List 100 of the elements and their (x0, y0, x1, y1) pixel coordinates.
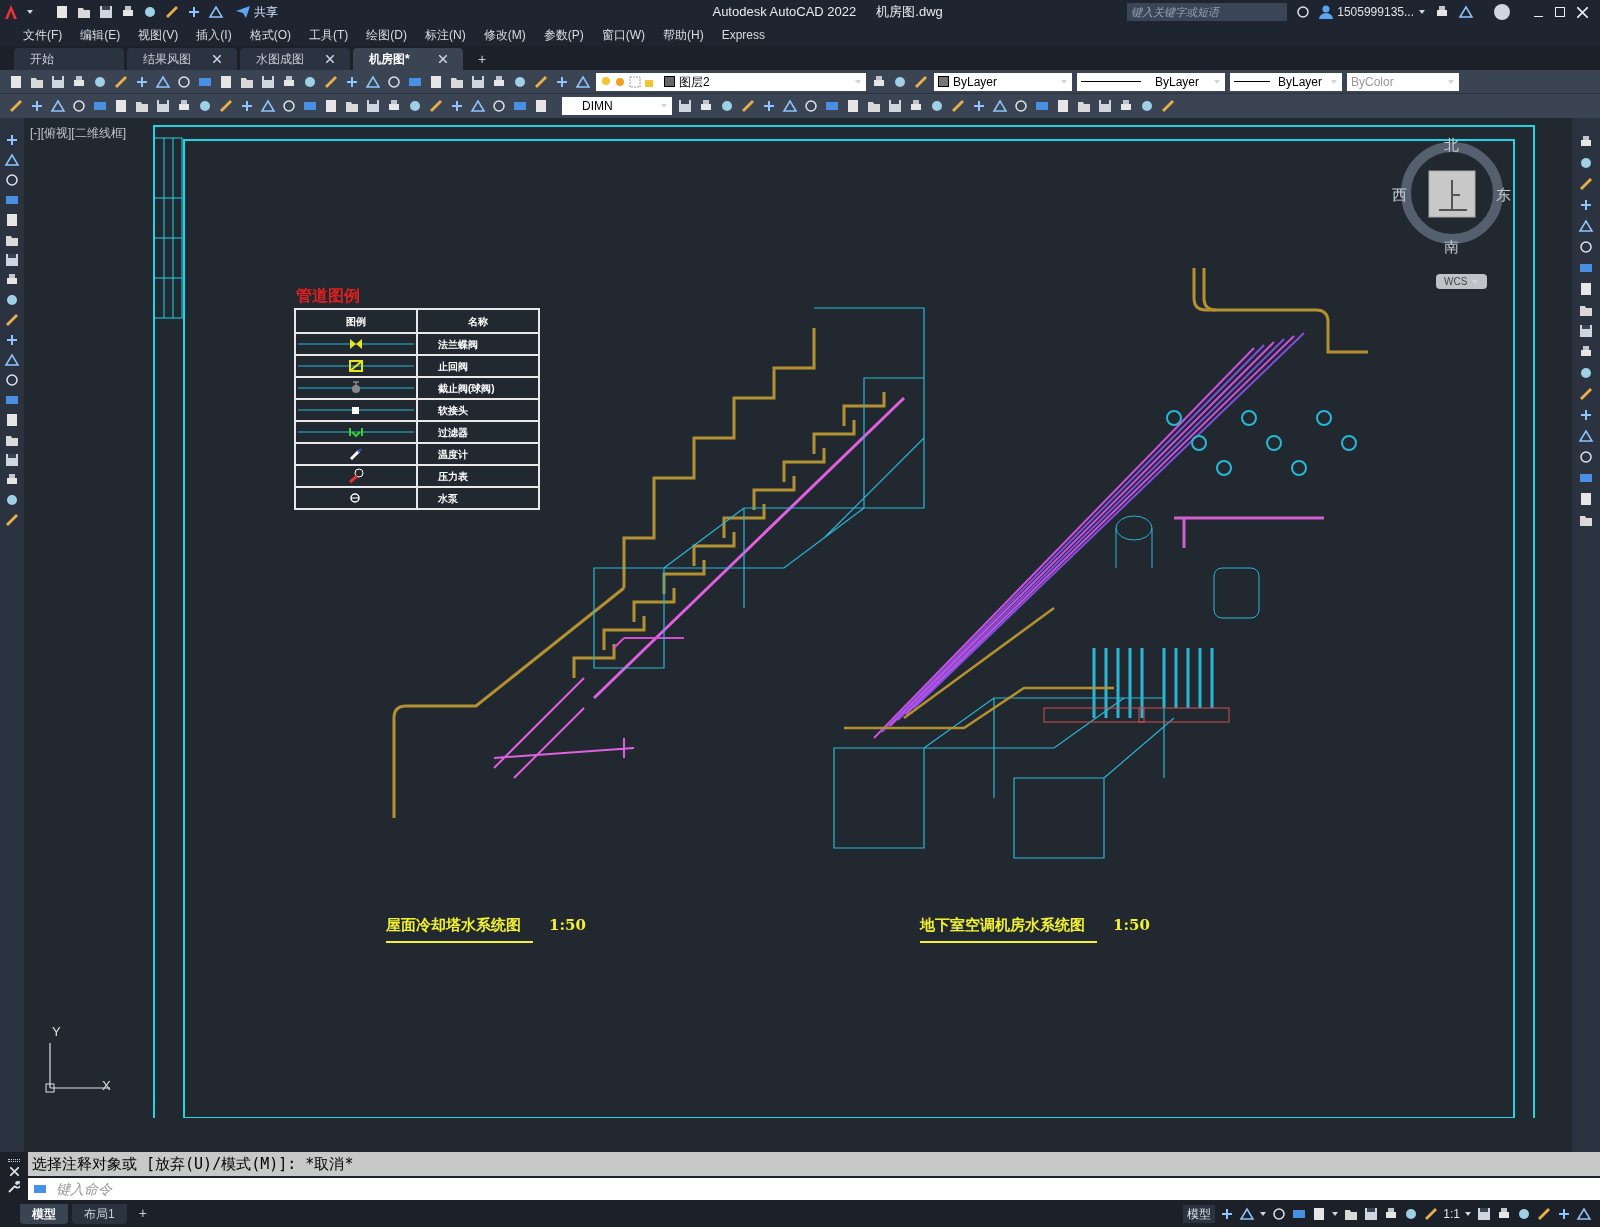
tool-icon[interactable] (449, 98, 465, 114)
minimize-icon[interactable] (1534, 15, 1543, 17)
menu-item[interactable]: 编辑(E) (71, 26, 130, 44)
tool-icon[interactable] (386, 73, 402, 90)
tool-icon[interactable] (4, 492, 20, 508)
triangle-icon[interactable] (1458, 4, 1474, 20)
status-toggle-icon[interactable] (1363, 1205, 1380, 1222)
close-tab-icon[interactable] (326, 55, 334, 63)
tool-icon[interactable] (218, 73, 234, 90)
tool-icon[interactable] (197, 98, 213, 114)
menu-item[interactable]: 插入(I) (187, 26, 241, 44)
tool-icon[interactable] (4, 412, 20, 428)
tool-icon[interactable] (803, 98, 819, 114)
wrench-icon[interactable] (8, 1181, 20, 1194)
send-icon[interactable] (236, 6, 250, 18)
tool-icon[interactable] (575, 73, 591, 90)
tool-icon[interactable] (239, 98, 255, 114)
menu-item[interactable]: 视图(V) (129, 26, 188, 44)
viewport-label[interactable]: [-][俯视][二维线框] (30, 124, 126, 142)
tool-icon[interactable] (677, 98, 693, 114)
tool-icon[interactable] (971, 98, 987, 114)
menu-item[interactable]: 绘图(D) (357, 26, 416, 44)
tool-icon[interactable] (1578, 239, 1594, 255)
tool-icon[interactable] (533, 98, 549, 114)
tool-icon[interactable] (29, 98, 45, 114)
new-layout-button[interactable]: + (130, 1203, 155, 1224)
caret-icon[interactable] (1331, 1209, 1340, 1218)
tool-icon[interactable] (323, 98, 339, 114)
tool-icon[interactable] (1578, 176, 1594, 192)
status-toggle-icon[interactable] (1239, 1205, 1256, 1222)
status-toggle-icon[interactable] (1536, 1205, 1552, 1222)
tool-icon[interactable] (50, 98, 66, 114)
tool-icon[interactable] (4, 452, 20, 468)
tool-icon[interactable] (491, 98, 507, 114)
tool-icon[interactable] (281, 98, 297, 114)
tool-icon[interactable] (1578, 386, 1594, 402)
close-icon[interactable] (9, 1167, 19, 1176)
layout-tab[interactable]: 布局1 (72, 1203, 127, 1224)
tool-icon[interactable] (1578, 491, 1594, 507)
linetype-dropdown[interactable]: ByLayer (1077, 72, 1225, 91)
maximize-icon[interactable] (1555, 7, 1565, 17)
tool-icon[interactable] (4, 352, 20, 368)
search-icon[interactable] (1295, 4, 1312, 20)
menu-item[interactable]: 修改(M) (474, 26, 535, 44)
tool-icon[interactable] (845, 98, 861, 114)
tool-icon[interactable] (1055, 98, 1071, 114)
tool-icon[interactable] (470, 98, 486, 114)
tool-icon[interactable] (365, 73, 381, 90)
tool-icon[interactable] (1139, 98, 1155, 114)
close-tab-icon[interactable] (213, 55, 221, 63)
tool-icon[interactable] (71, 98, 87, 114)
menu-item[interactable]: 参数(P) (534, 26, 593, 44)
tool-icon[interactable] (8, 73, 24, 90)
annotation-scale[interactable]: 1:1 (1443, 1204, 1460, 1223)
compass-west-label[interactable]: 西 (1392, 184, 1407, 207)
close-tab-icon[interactable] (439, 55, 447, 63)
menu-item[interactable]: Express (712, 26, 774, 44)
help-icon[interactable] (1494, 4, 1510, 20)
tool-icon[interactable] (887, 98, 903, 114)
menu-item[interactable]: 格式(O) (240, 26, 300, 44)
menu-item[interactable]: 窗口(W) (592, 26, 654, 44)
tool-icon[interactable] (929, 98, 945, 114)
tool-icon[interactable] (1578, 155, 1594, 171)
tool-icon[interactable] (176, 73, 192, 90)
menu-item[interactable]: 标注(N) (416, 26, 475, 44)
search-field[interactable]: 键入关键字或短语 (1127, 3, 1288, 21)
tool-icon[interactable] (113, 98, 129, 114)
tool-icon[interactable] (4, 152, 20, 168)
tool-icon[interactable] (1578, 365, 1594, 381)
tool-icon[interactable] (4, 332, 20, 348)
caret-icon[interactable] (1464, 1209, 1472, 1218)
tool-icon[interactable] (470, 73, 486, 90)
tool-icon[interactable] (1097, 98, 1113, 114)
tool-icon[interactable] (1578, 281, 1594, 297)
tool-icon[interactable] (4, 512, 20, 528)
tool-icon[interactable] (1578, 407, 1594, 423)
tool-icon[interactable] (407, 98, 423, 114)
user-name[interactable]: 1505999135... (1337, 3, 1414, 21)
tool-icon[interactable] (782, 98, 798, 114)
tool-icon[interactable] (992, 98, 1008, 114)
compass-south-label[interactable]: 南 (1444, 236, 1459, 259)
new-tab-button[interactable]: + (466, 48, 499, 70)
file-tab[interactable]: 开始 (14, 48, 124, 70)
tool-icon[interactable] (98, 4, 114, 20)
share-button[interactable]: 共享 (236, 3, 278, 21)
file-tab[interactable]: 机房图* (353, 48, 463, 70)
status-toggle-icon[interactable] (1476, 1205, 1492, 1222)
tool-icon[interactable] (155, 73, 171, 90)
status-toggle-icon[interactable] (1423, 1205, 1440, 1222)
compass-north-label[interactable]: 北 (1444, 134, 1459, 157)
tool-icon[interactable] (4, 132, 20, 148)
close-icon[interactable] (1577, 6, 1588, 18)
tool-icon[interactable] (4, 252, 20, 268)
tool-icon[interactable] (54, 4, 70, 20)
autocad-logo-icon[interactable] (4, 4, 18, 20)
layout-tab[interactable]: 模型 (20, 1203, 68, 1224)
tool-icon[interactable] (4, 172, 20, 188)
tool-icon[interactable] (208, 4, 224, 20)
model-space-button[interactable]: 模型 (1183, 1204, 1216, 1223)
tool-icon[interactable] (4, 212, 20, 228)
